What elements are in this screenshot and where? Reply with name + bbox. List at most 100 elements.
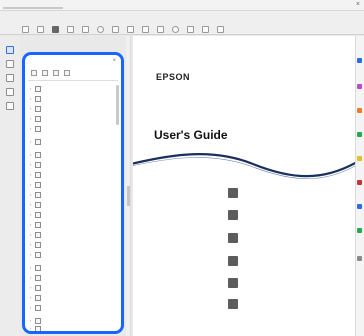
attachments-icon[interactable] bbox=[6, 74, 14, 82]
bookmark-item[interactable]: › bbox=[30, 192, 116, 198]
expand-arrow-icon[interactable]: › bbox=[30, 305, 34, 310]
bookmark-item[interactable]: › bbox=[30, 265, 116, 271]
expand-arrow-icon[interactable]: › bbox=[30, 252, 34, 257]
expand-arrow-icon[interactable]: › bbox=[30, 116, 34, 121]
bookmark-item[interactable]: › bbox=[30, 139, 116, 145]
page-icon bbox=[35, 139, 41, 145]
bookmark-item[interactable]: › bbox=[30, 116, 116, 122]
layers-icon[interactable] bbox=[6, 88, 14, 96]
expand-arrow-icon[interactable]: › bbox=[30, 275, 34, 280]
bookmarks-panel-icon[interactable] bbox=[6, 46, 14, 54]
close-icon[interactable]: × bbox=[112, 58, 116, 64]
forward-icon[interactable] bbox=[37, 25, 44, 33]
bookmark-item[interactable]: › bbox=[30, 326, 116, 331]
scroll-thumb[interactable] bbox=[127, 186, 130, 206]
toc-item[interactable] bbox=[228, 278, 241, 288]
expand-arrow-icon[interactable]: › bbox=[30, 212, 34, 217]
fit-page-icon[interactable] bbox=[97, 25, 104, 33]
document-scrollbar[interactable] bbox=[126, 36, 131, 336]
bookmark-item[interactable]: › bbox=[30, 126, 116, 132]
expand-arrow-icon[interactable]: › bbox=[30, 172, 34, 177]
expand-arrow-icon[interactable]: › bbox=[30, 295, 34, 300]
search-panel-icon[interactable] bbox=[6, 102, 14, 110]
more-icon[interactable] bbox=[217, 25, 224, 33]
tool-icon[interactable] bbox=[357, 58, 362, 63]
bookmark-item[interactable]: › bbox=[30, 232, 116, 238]
hand-icon[interactable] bbox=[142, 25, 149, 33]
expand-arrow-icon[interactable]: › bbox=[30, 285, 34, 290]
zoom-out-icon[interactable] bbox=[67, 25, 74, 33]
expand-arrow-icon[interactable]: › bbox=[30, 318, 34, 323]
page-icon bbox=[35, 265, 41, 271]
page-icon bbox=[35, 182, 41, 188]
expand-arrow-icon[interactable]: › bbox=[30, 152, 34, 157]
bookmark-item[interactable]: › bbox=[30, 96, 116, 102]
bookmark-item[interactable]: › bbox=[30, 318, 116, 324]
expand-arrow-icon[interactable]: › bbox=[30, 192, 34, 197]
expand-arrow-icon[interactable]: › bbox=[30, 202, 34, 207]
expand-arrow-icon[interactable]: › bbox=[30, 139, 34, 144]
expand-arrow-icon[interactable]: › bbox=[30, 222, 34, 227]
bookmark-item[interactable]: › bbox=[30, 305, 116, 311]
share-icon[interactable] bbox=[187, 25, 194, 33]
page-icon bbox=[35, 305, 41, 311]
new-bookmark-icon[interactable] bbox=[31, 70, 37, 76]
bookmark-item[interactable]: › bbox=[30, 252, 116, 258]
bookmark-item[interactable]: › bbox=[30, 86, 116, 92]
bookmarks-scrollbar[interactable] bbox=[116, 85, 119, 125]
toc-item[interactable] bbox=[228, 210, 241, 220]
tool-icon[interactable] bbox=[357, 256, 362, 261]
bookmark-item[interactable]: › bbox=[30, 106, 116, 112]
tool-icon[interactable] bbox=[357, 156, 362, 161]
print-icon[interactable] bbox=[52, 25, 59, 33]
bookmark-item[interactable]: › bbox=[30, 152, 116, 158]
comment-icon[interactable] bbox=[202, 25, 209, 33]
zoom-in-icon[interactable] bbox=[82, 25, 89, 33]
bookmark-item[interactable]: › bbox=[30, 202, 116, 208]
tool-icon[interactable] bbox=[357, 132, 362, 137]
expand-arrow-icon[interactable]: › bbox=[30, 242, 34, 247]
toc-item[interactable] bbox=[228, 233, 241, 243]
search-icon[interactable] bbox=[172, 25, 179, 33]
bookmark-item[interactable]: › bbox=[30, 275, 116, 281]
select-icon[interactable] bbox=[127, 25, 134, 33]
expand-arrow-icon[interactable]: › bbox=[30, 86, 34, 91]
thumbnails-icon[interactable] bbox=[6, 60, 14, 68]
expand-arrow-icon[interactable]: › bbox=[30, 232, 34, 237]
bookmark-item[interactable]: › bbox=[30, 162, 116, 168]
expand-arrow-icon[interactable]: › bbox=[30, 162, 34, 167]
bookmark-item[interactable]: › bbox=[30, 242, 116, 248]
delete-bookmark-icon[interactable] bbox=[42, 70, 48, 76]
expand-arrow-icon[interactable]: › bbox=[30, 182, 34, 187]
tool-icon[interactable] bbox=[357, 228, 362, 233]
expand-arrow-icon[interactable]: › bbox=[30, 326, 34, 331]
page-icon bbox=[35, 96, 41, 102]
bookmark-item[interactable]: › bbox=[30, 222, 116, 228]
left-rail bbox=[0, 36, 20, 336]
bookmark-item[interactable]: › bbox=[30, 172, 116, 178]
expand-arrow-icon[interactable]: › bbox=[30, 126, 34, 131]
bookmark-options-icon[interactable] bbox=[64, 70, 70, 76]
toc-item[interactable] bbox=[228, 256, 241, 266]
tool-icon[interactable] bbox=[357, 204, 362, 209]
text-icon[interactable] bbox=[157, 25, 164, 33]
bookmark-item[interactable]: › bbox=[30, 182, 116, 188]
expand-arrow-icon[interactable]: › bbox=[30, 265, 34, 270]
expand-arrow-icon[interactable]: › bbox=[30, 106, 34, 111]
page-icon bbox=[35, 192, 41, 198]
toc-item[interactable] bbox=[228, 299, 241, 309]
bookmark-item[interactable]: › bbox=[30, 295, 116, 301]
rotate-icon[interactable] bbox=[112, 25, 119, 33]
bookmark-item[interactable]: › bbox=[30, 285, 116, 291]
page-icon bbox=[35, 212, 41, 218]
tool-icon[interactable] bbox=[357, 108, 362, 113]
bookmark-item[interactable]: › bbox=[30, 212, 116, 218]
back-icon[interactable] bbox=[22, 25, 29, 33]
expand-all-icon[interactable] bbox=[53, 70, 59, 76]
toc-item[interactable] bbox=[228, 188, 241, 198]
expand-arrow-icon[interactable]: › bbox=[30, 96, 34, 101]
tool-icon[interactable] bbox=[357, 84, 362, 89]
page-icon bbox=[35, 152, 41, 158]
window-controls[interactable]: × bbox=[356, 1, 360, 8]
tool-icon[interactable] bbox=[357, 180, 362, 185]
